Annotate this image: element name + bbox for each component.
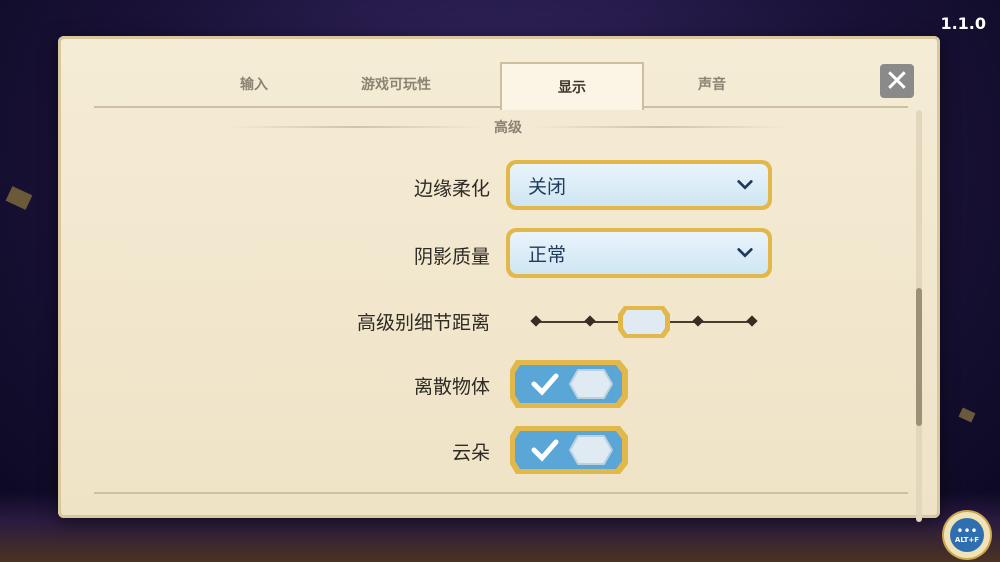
divider [532, 126, 788, 128]
shadow-quality-dropdown[interactable]: 正常 [506, 228, 772, 278]
tab-display[interactable]: 显示 [500, 62, 644, 110]
close-button[interactable]: ✕ [880, 63, 914, 99]
lod-distance-label: 高级别细节距离 [356, 312, 490, 334]
settings-panel: 输入 游戏可玩性 显示 声音 ✕ 高级 边缘柔化 关闭 阴影质量 正常 高级别细… [58, 36, 940, 522]
tab-input[interactable]: 输入 [184, 62, 324, 106]
version-label: 1.1.0 [940, 14, 986, 33]
shadow-quality-value: 正常 [528, 243, 567, 266]
slider-stop[interactable] [692, 315, 704, 327]
tab-audio[interactable]: 声音 [642, 62, 782, 106]
floating-rock [5, 186, 33, 210]
scrollbar-thumb[interactable] [916, 288, 922, 426]
settings-tabs: 输入 游戏可玩性 显示 声音 [94, 62, 908, 110]
slider-stop[interactable] [530, 315, 542, 327]
clouds-label: 云朵 [451, 442, 490, 464]
scrollbar[interactable] [916, 110, 922, 522]
clouds-toggle[interactable] [508, 422, 630, 478]
section-title: 高级 [494, 120, 522, 136]
chat-hotkey: ALT+F [954, 536, 980, 544]
slider-stop[interactable] [584, 315, 596, 327]
antialiasing-value: 关闭 [528, 175, 567, 198]
chevron-down-icon [737, 248, 753, 258]
scattered-objects-label: 离散物体 [413, 376, 490, 398]
antialiasing-label: 边缘柔化 [413, 178, 490, 200]
toggle-graphic [510, 426, 628, 474]
antialiasing-dropdown[interactable]: 关闭 [506, 160, 772, 210]
chat-button[interactable]: ••• ALT+F [944, 512, 990, 558]
tab-gameplay[interactable]: 游戏可玩性 [326, 62, 466, 106]
lod-distance-slider[interactable] [530, 304, 758, 340]
slider-stop[interactable] [746, 315, 758, 327]
scattered-objects-toggle[interactable] [508, 356, 630, 412]
chat-icon: ••• ALT+F [950, 518, 984, 552]
slider-thumb[interactable] [616, 304, 672, 340]
divider [94, 492, 908, 494]
chevron-down-icon [737, 180, 753, 190]
section-header: 高级 [228, 116, 788, 138]
close-icon: ✕ [884, 63, 910, 99]
divider [228, 126, 484, 128]
toggle-graphic [510, 360, 628, 408]
floating-rock [958, 407, 976, 423]
shadow-quality-label: 阴影质量 [413, 246, 490, 268]
